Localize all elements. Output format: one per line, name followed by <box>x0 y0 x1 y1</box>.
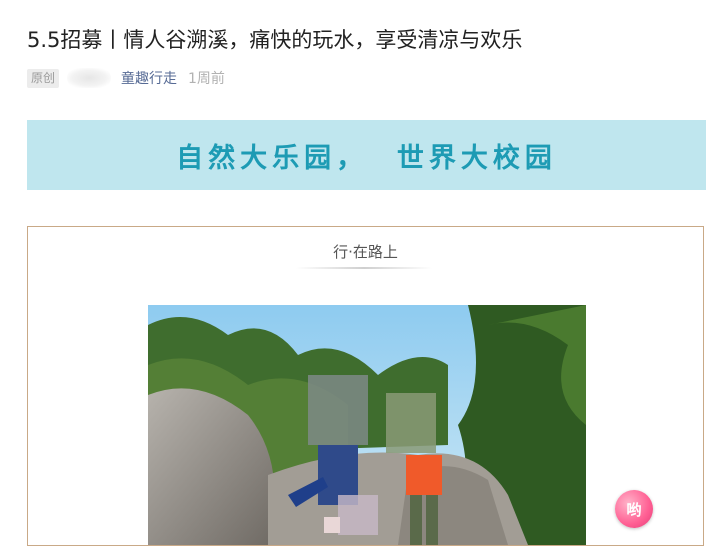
hiking-photo[interactable] <box>148 305 586 545</box>
blurred-account-name <box>67 68 112 88</box>
content-frame: 行·在路上 <box>27 226 704 546</box>
section-divider <box>296 267 432 269</box>
banner-slogan: 自然大乐园， 世界大校园 <box>176 142 557 174</box>
article-title: 5.5招募丨情人谷溯溪，痛快的玩水，享受清凉与欢乐 <box>27 28 523 52</box>
article-meta: 原创 童趣行走 1周前 <box>27 66 225 90</box>
section-title: 行·在路上 <box>333 243 398 261</box>
publish-time: 1周前 <box>188 71 225 87</box>
slogan-banner: 自然大乐园， 世界大校园 <box>27 120 706 190</box>
floating-app-logo[interactable]: 哟 <box>615 490 653 528</box>
original-badge: 原创 <box>27 68 60 88</box>
author-link[interactable]: 童趣行走 <box>121 68 177 88</box>
